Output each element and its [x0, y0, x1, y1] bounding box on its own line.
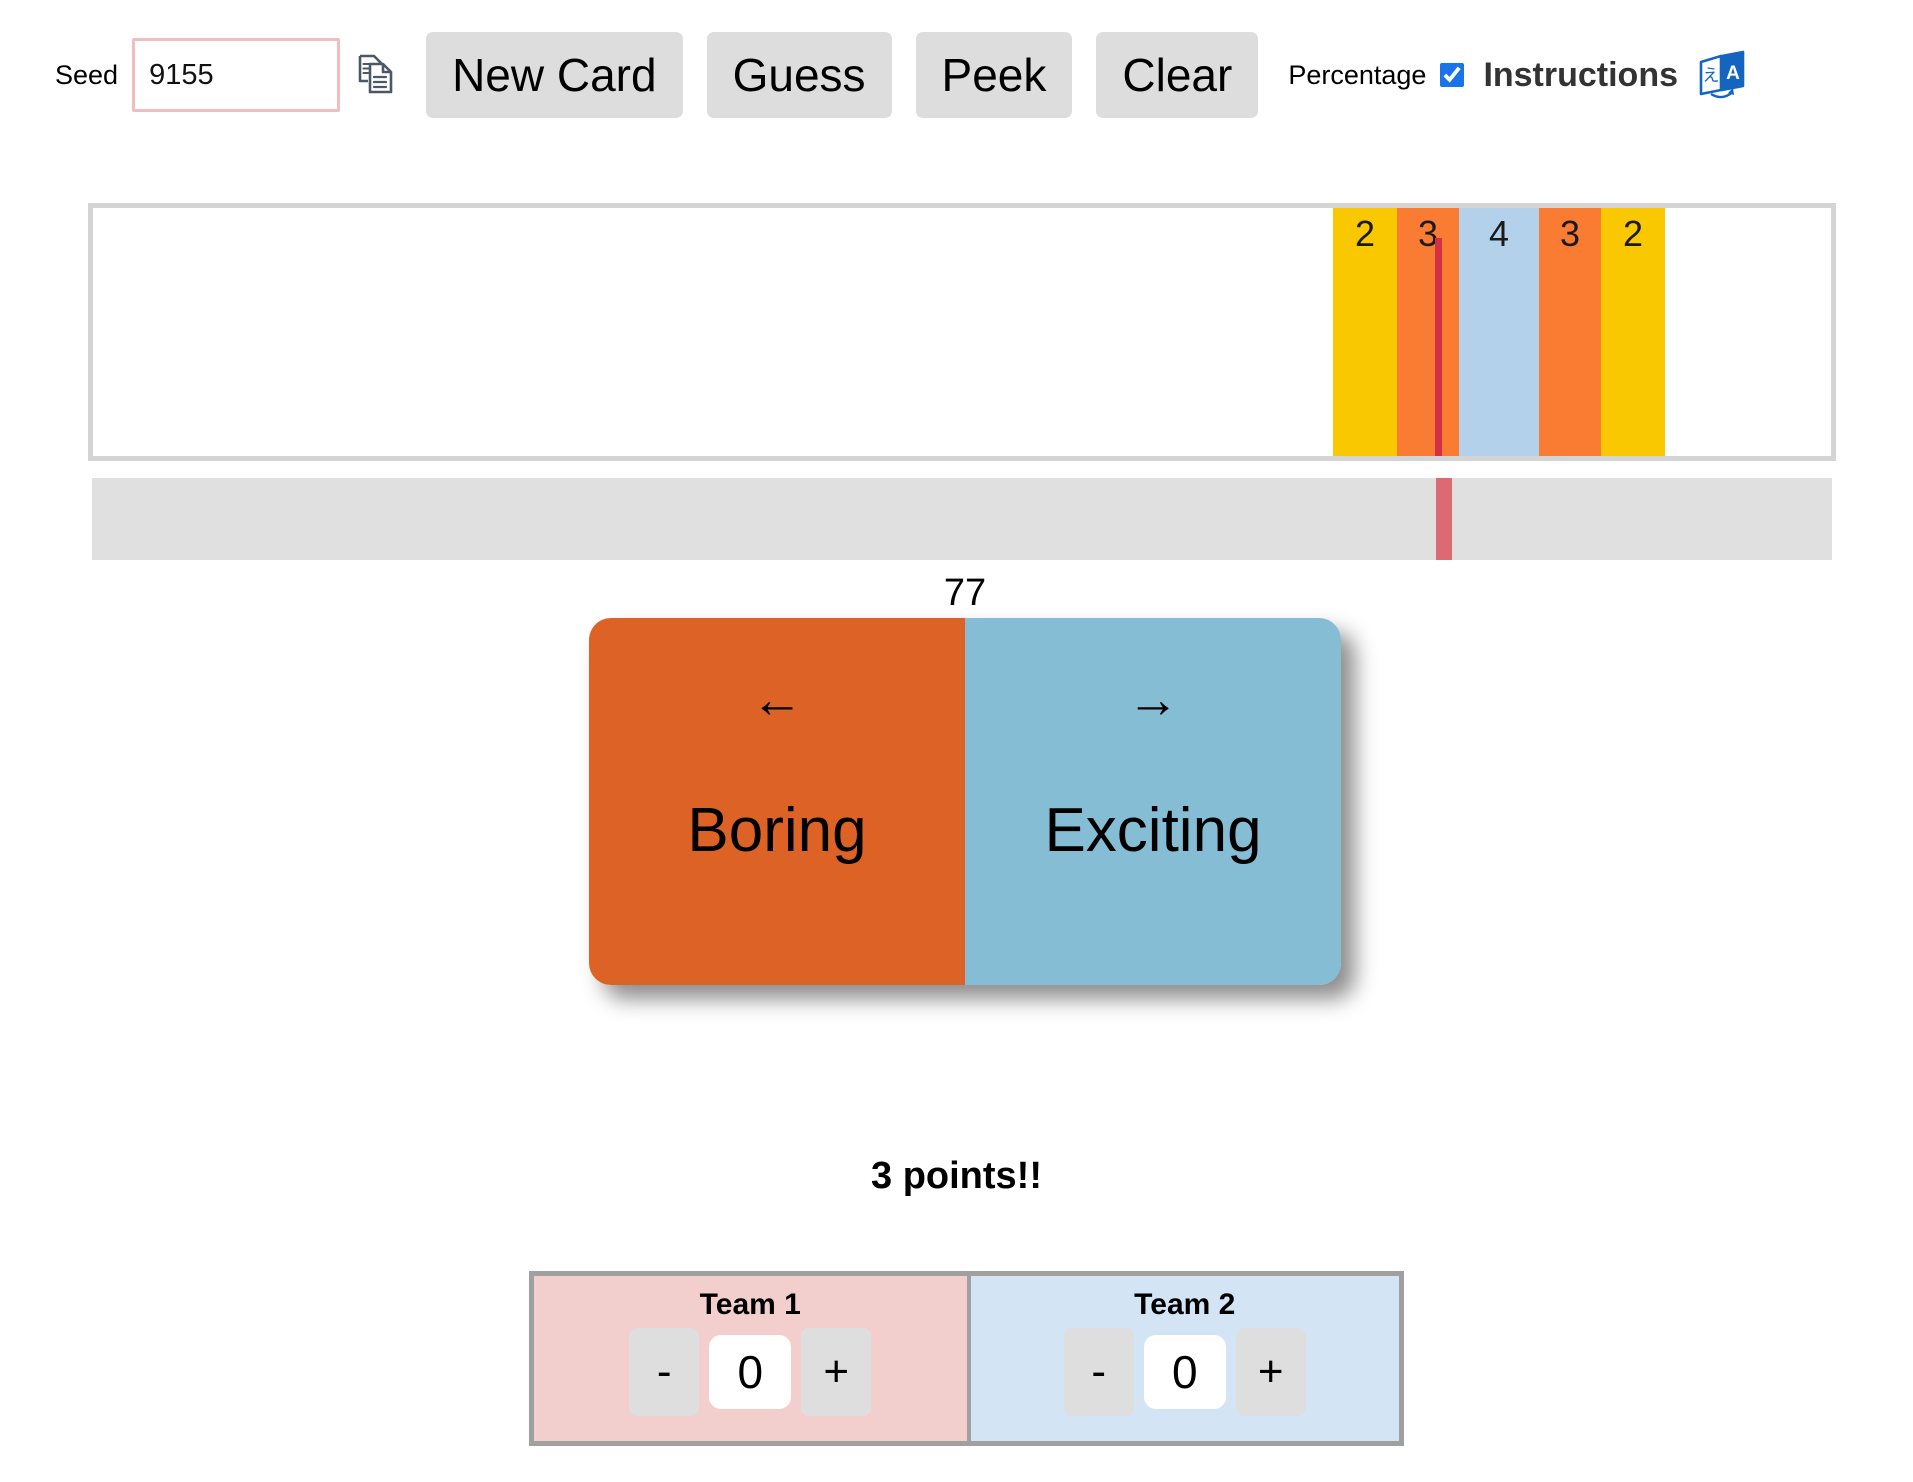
card-right-half: → Exciting	[965, 618, 1341, 985]
card-left-word: Boring	[687, 795, 867, 865]
team-2-score-value[interactable]: 0	[1143, 1335, 1226, 1409]
seed-label: Seed	[55, 59, 119, 90]
translate-icon[interactable]: え A	[1696, 49, 1748, 101]
team-1-score-row: - 0 +	[629, 1328, 872, 1416]
team-1-score-value[interactable]: 0	[709, 1335, 792, 1409]
team-2-score-row: - 0 +	[1063, 1328, 1306, 1416]
score-band: 2	[1333, 208, 1397, 456]
team-2-panel: Team 2 - 0 +	[966, 1276, 1399, 1441]
score-band: 2	[1601, 208, 1665, 456]
seed-input[interactable]	[132, 38, 341, 112]
new-card-button[interactable]: New Card	[426, 32, 683, 118]
team-1-name: Team 1	[699, 1288, 801, 1321]
instructions-label: Instructions	[1483, 55, 1679, 94]
toolbar: Seed New Card Guess Peek Clear Percentag…	[0, 0, 1913, 150]
score-band-label: 2	[1354, 213, 1376, 254]
svg-text:え: え	[1703, 66, 1720, 86]
score-band: 3	[1397, 208, 1459, 456]
guess-board[interactable]: 2 3 4 3 2	[88, 203, 1836, 461]
arrow-left-icon: ←	[751, 671, 803, 729]
copy-icon	[357, 53, 395, 98]
guess-button[interactable]: Guess	[706, 32, 892, 118]
copy-seed-button[interactable]	[350, 45, 402, 105]
score-band: 4	[1459, 208, 1539, 456]
card-right-word: Exciting	[1044, 795, 1262, 865]
guess-slider-track[interactable]	[92, 478, 1832, 560]
team-1-decrement-button[interactable]: -	[629, 1328, 700, 1416]
scoreboard: Team 1 - 0 + Team 2 - 0 +	[529, 1271, 1404, 1446]
card-left-half: ← Boring	[589, 618, 965, 985]
svg-text:A: A	[1726, 63, 1740, 84]
percentage-label: Percentage	[1288, 59, 1427, 90]
score-band-label: 3	[1559, 213, 1581, 254]
team-1-increment-button[interactable]: +	[801, 1328, 872, 1416]
score-band-label: 4	[1488, 213, 1510, 254]
team-2-decrement-button[interactable]: -	[1063, 1328, 1134, 1416]
arrow-right-icon: →	[1127, 671, 1179, 729]
team-2-increment-button[interactable]: +	[1235, 1328, 1306, 1416]
prompt-card: ← Boring → Exciting	[589, 618, 1341, 985]
team-2-name: Team 2	[1134, 1288, 1236, 1321]
slider-value-readout: 77	[943, 572, 987, 614]
team-1-panel: Team 1 - 0 +	[534, 1276, 967, 1441]
peek-button[interactable]: Peek	[915, 32, 1073, 118]
percentage-checkbox[interactable]	[1440, 63, 1465, 87]
target-marker	[1435, 238, 1442, 456]
score-bands: 2 3 4 3 2	[1333, 208, 1665, 456]
points-result: 3 points!!	[871, 1155, 1042, 1197]
score-band-label: 2	[1622, 213, 1644, 254]
score-band: 3	[1539, 208, 1601, 456]
guess-slider-thumb[interactable]	[1436, 478, 1452, 560]
clear-button[interactable]: Clear	[1096, 32, 1259, 118]
